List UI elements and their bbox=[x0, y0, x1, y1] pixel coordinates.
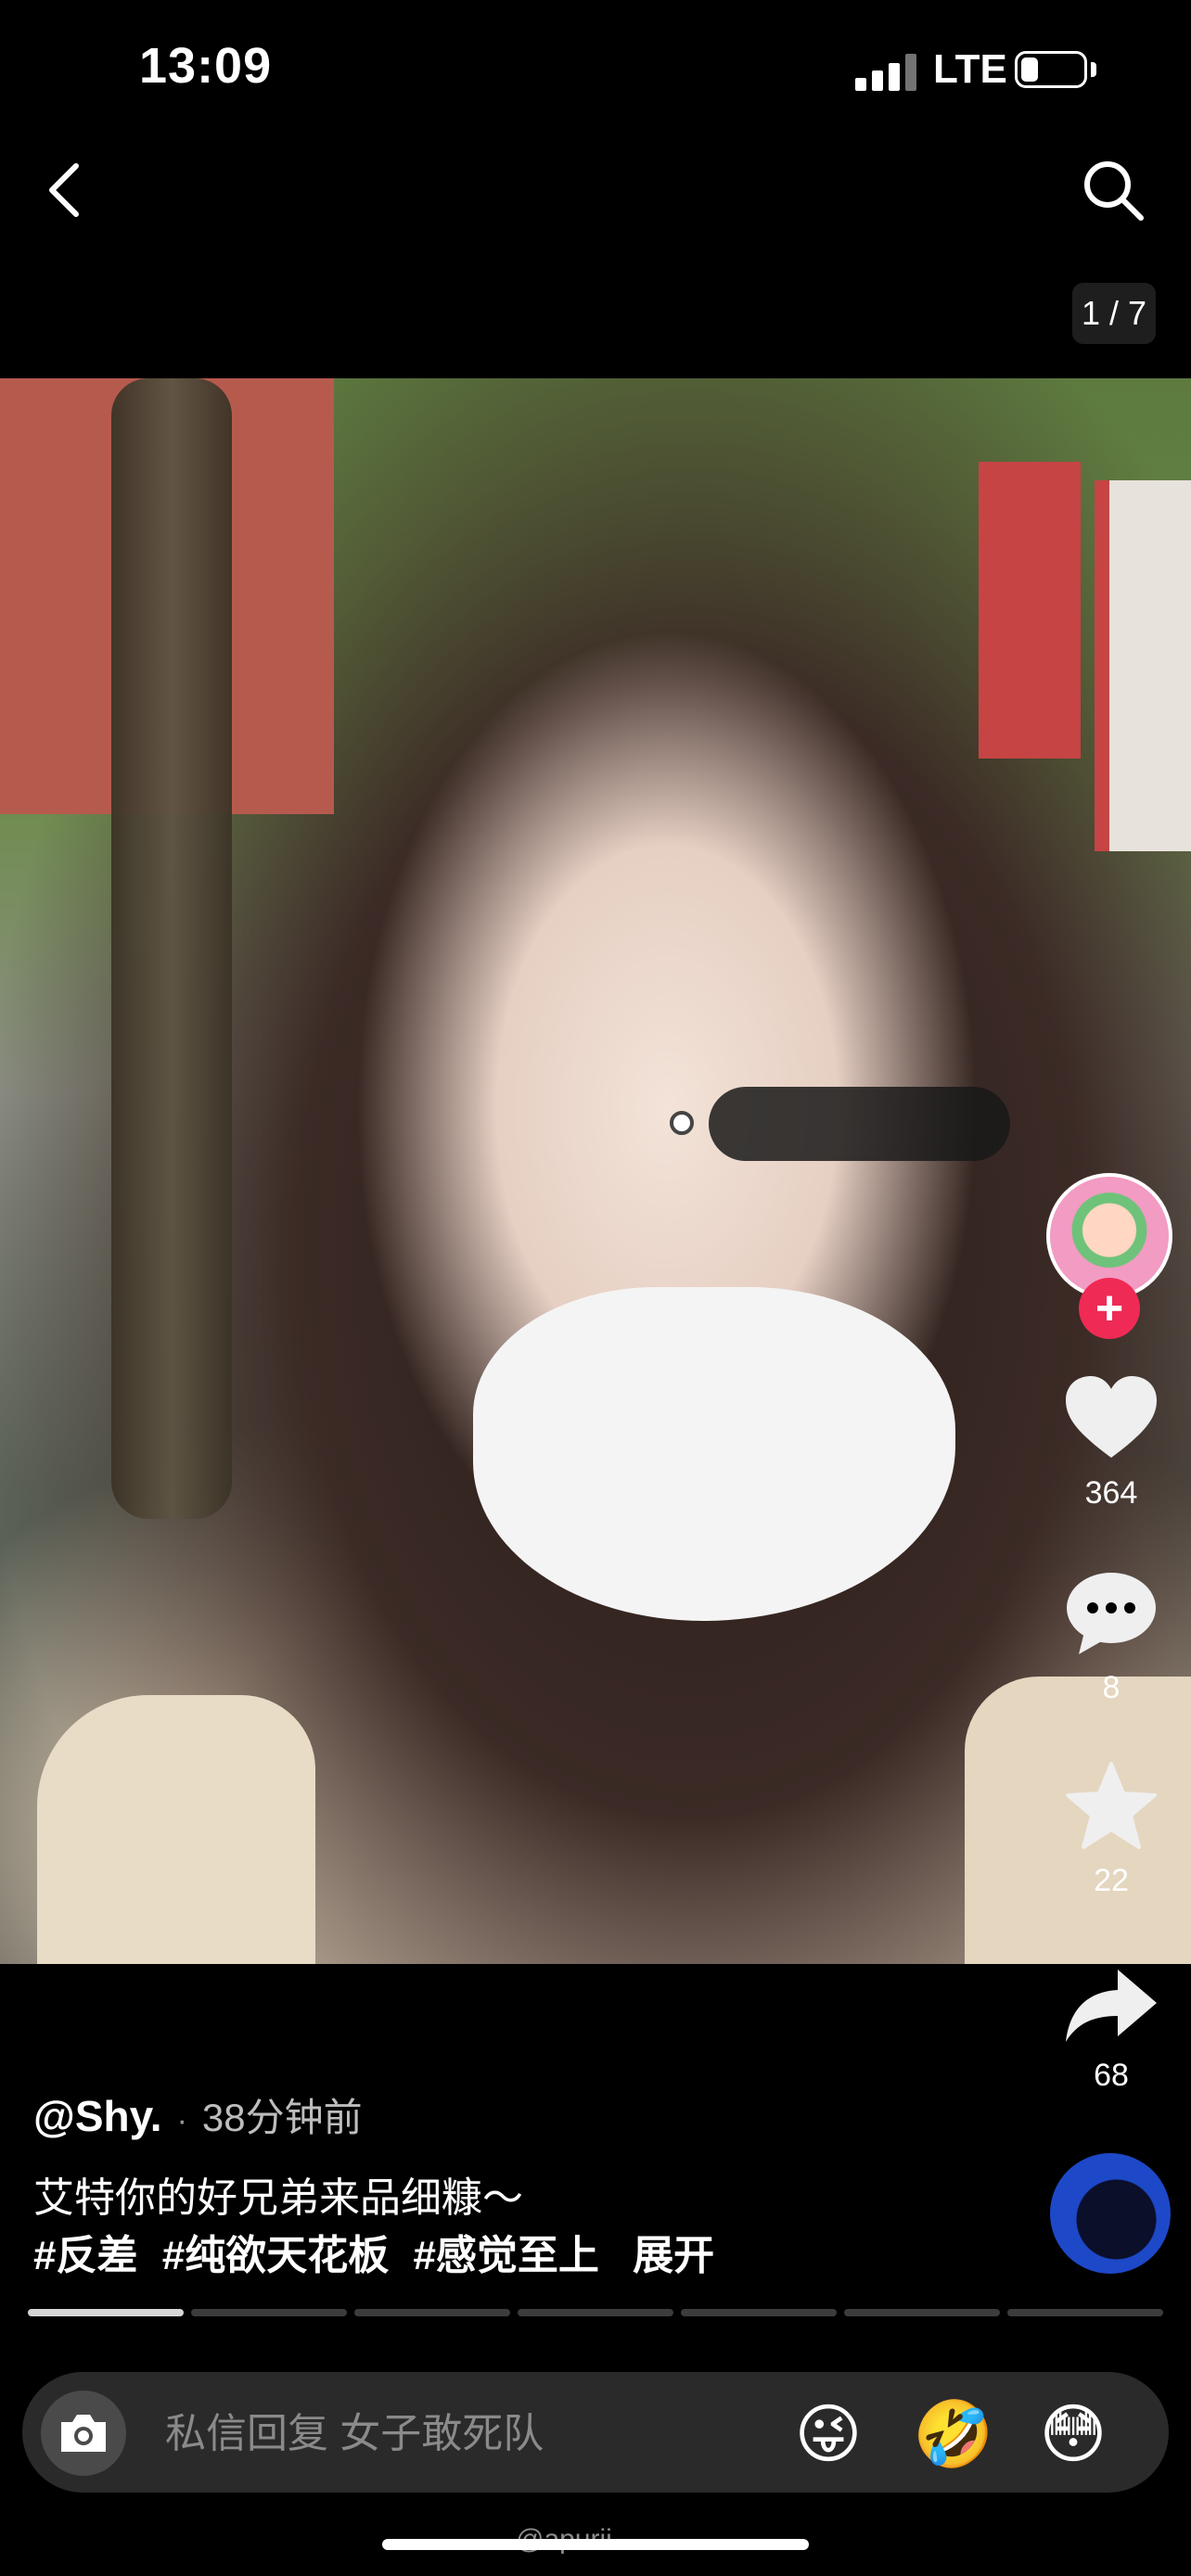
progress-segment bbox=[518, 2309, 673, 2316]
camera-button[interactable] bbox=[41, 2391, 126, 2476]
heart-icon bbox=[1066, 1376, 1157, 1458]
progress-segment bbox=[191, 2309, 347, 2316]
share-button[interactable]: 68 bbox=[1046, 1964, 1176, 2094]
follow-button[interactable]: + bbox=[1079, 1278, 1140, 1339]
post-time: 38分钟前 bbox=[201, 2096, 363, 2139]
music-disc[interactable] bbox=[1050, 2153, 1171, 2274]
expand-button[interactable]: 展开 bbox=[633, 2233, 714, 2278]
hashtag-line: #反差 #纯欲天花板 #感觉至上 展开 bbox=[33, 2227, 714, 2285]
share-arrow-icon bbox=[1066, 1970, 1157, 2042]
image-counter: 1 / 7 bbox=[1072, 283, 1156, 344]
face-mask bbox=[473, 1287, 955, 1621]
cellular-signal-icon bbox=[855, 54, 920, 91]
background-tree bbox=[111, 378, 232, 1519]
background-banner bbox=[1095, 480, 1191, 851]
meta-separator: · bbox=[176, 2103, 187, 2138]
reply-input[interactable] bbox=[163, 2398, 761, 2470]
comment-count: 8 bbox=[1102, 1670, 1121, 1705]
cardigan bbox=[37, 1695, 315, 1964]
favorite-count: 22 bbox=[1094, 1863, 1129, 1898]
share-count: 68 bbox=[1094, 2058, 1129, 2093]
camera-icon bbox=[61, 2415, 106, 2452]
progress-segment bbox=[844, 2309, 1000, 2316]
author-name[interactable]: @Shy. bbox=[33, 2091, 162, 2141]
photo-tag-pill[interactable] bbox=[709, 1087, 1010, 1161]
favorite-button[interactable]: 22 bbox=[1046, 1760, 1176, 1899]
chevron-left-icon bbox=[49, 163, 79, 217]
post-caption: 艾特你的好兄弟来品细糠～ #反差 #纯欲天花板 #感觉至上 展开 bbox=[33, 2170, 714, 2285]
search-button[interactable] bbox=[1076, 153, 1150, 227]
emoji-wink-tongue-icon[interactable]: 😜 bbox=[788, 2394, 868, 2474]
battery-nub bbox=[1091, 62, 1096, 77]
plus-icon: + bbox=[1095, 1282, 1124, 1335]
status-time: 13:09 bbox=[139, 38, 273, 94]
back-button[interactable] bbox=[37, 153, 93, 227]
like-count: 364 bbox=[1084, 1475, 1138, 1511]
search-icon bbox=[1084, 161, 1144, 221]
like-button[interactable]: 364 bbox=[1046, 1372, 1176, 1511]
caption-text: 艾特你的好兄弟来品细糠～ bbox=[33, 2175, 523, 2221]
hashtag[interactable]: #纯欲天花板 bbox=[162, 2233, 389, 2278]
emoji-flushed-icon[interactable]: 😳 bbox=[1033, 2394, 1113, 2474]
battery-icon bbox=[1015, 51, 1087, 88]
home-indicator[interactable] bbox=[382, 2539, 809, 2550]
post-meta: @Shy. · 38分钟前 bbox=[33, 2086, 363, 2143]
star-icon bbox=[1066, 1762, 1157, 1849]
gallery-progress bbox=[28, 2309, 1163, 2316]
comment-button[interactable]: 8 bbox=[1046, 1567, 1176, 1706]
progress-segment bbox=[28, 2309, 184, 2316]
hashtag[interactable]: #感觉至上 bbox=[413, 2233, 598, 2278]
network-type: LTE bbox=[933, 46, 1007, 92]
progress-segment bbox=[1007, 2309, 1163, 2316]
background-banner bbox=[979, 462, 1081, 759]
emoji-rofl-icon[interactable]: 🤣 bbox=[913, 2394, 993, 2474]
progress-segment bbox=[354, 2309, 510, 2316]
progress-segment bbox=[681, 2309, 837, 2316]
post-photo[interactable] bbox=[0, 378, 1191, 1964]
tag-dot-icon[interactable] bbox=[670, 1111, 694, 1135]
hashtag[interactable]: #反差 bbox=[33, 2233, 137, 2278]
comment-icon bbox=[1067, 1573, 1156, 1654]
